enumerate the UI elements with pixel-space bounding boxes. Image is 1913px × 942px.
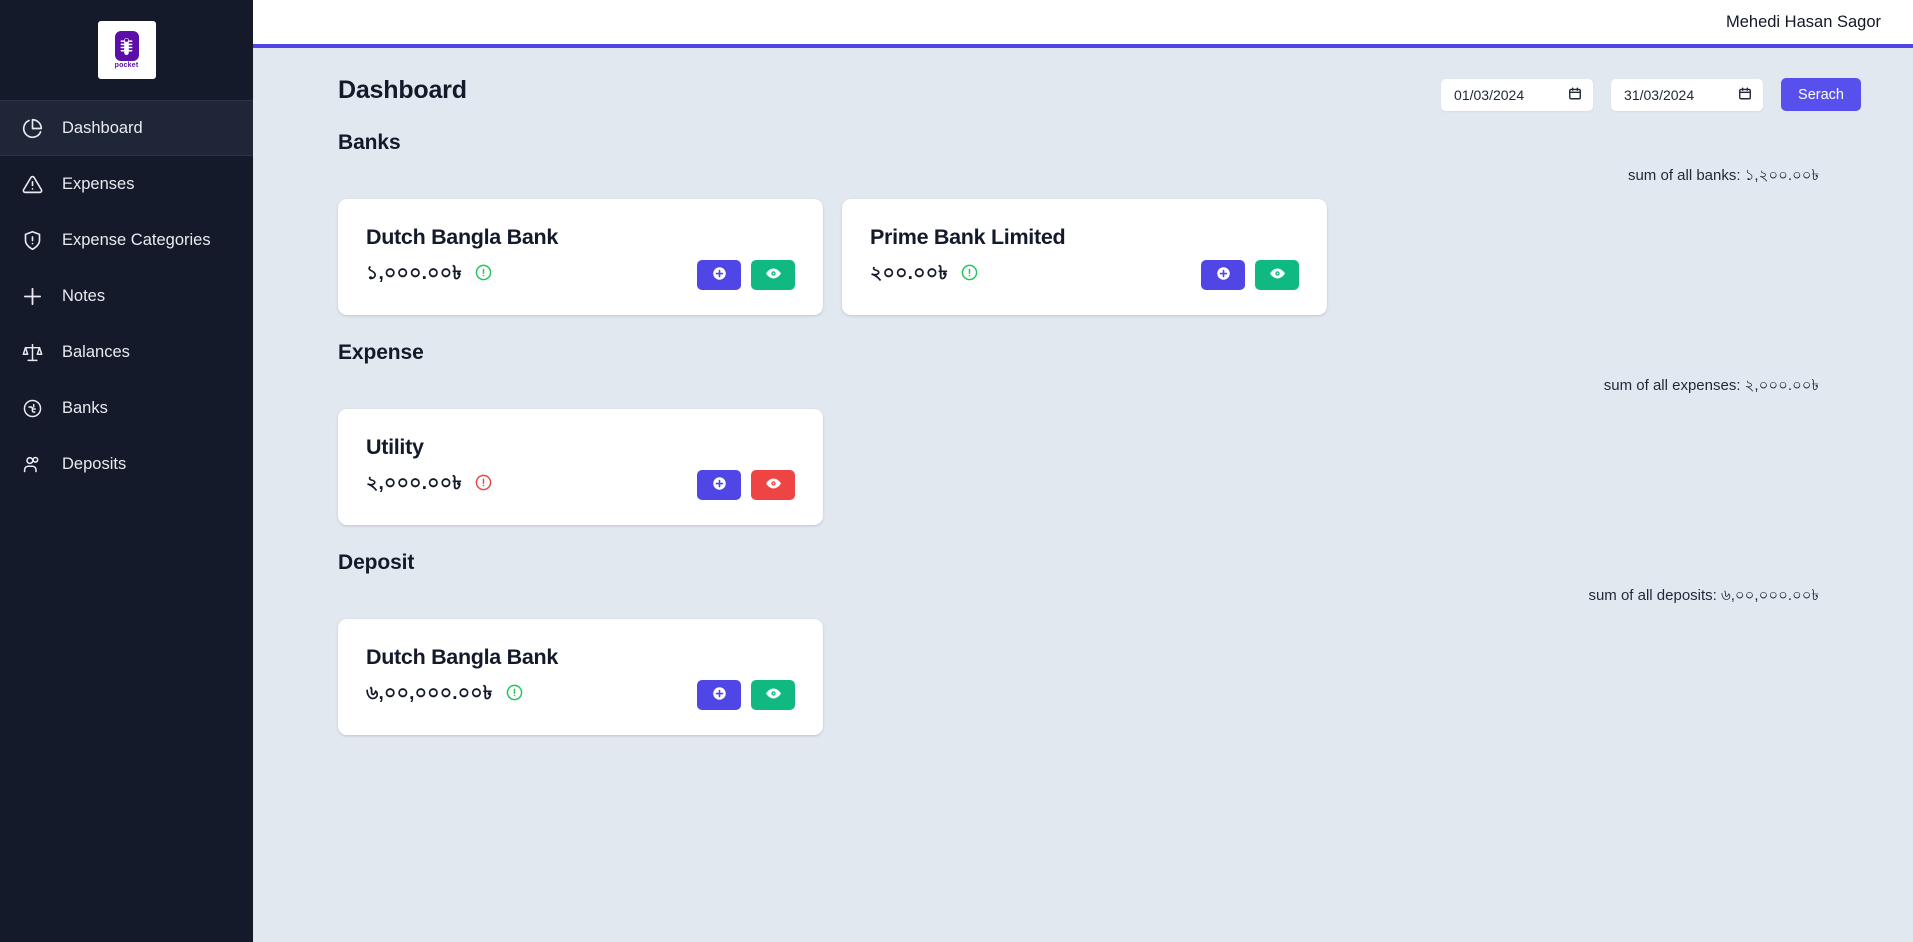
sidebar-item-label: Deposits	[62, 454, 127, 473]
eye-icon	[765, 475, 782, 495]
alert-triangle-icon	[20, 172, 44, 196]
section-heading-deposit: Deposit	[338, 551, 415, 574]
sidebar-item-expenses[interactable]: Expenses	[0, 156, 253, 212]
sidebar-item-label: Expenses	[62, 174, 135, 193]
view-button[interactable]	[1255, 260, 1299, 290]
plus-circle-icon	[712, 266, 727, 284]
start-date-input[interactable]: 01/03/2024	[1441, 78, 1594, 111]
view-button[interactable]	[751, 470, 795, 500]
summary-banks: sum of all banks: ১,২০০.০০৳	[1627, 167, 1819, 184]
end-date-value: 31/03/2024	[1624, 86, 1695, 103]
bank-card[interactable]: Prime Bank Limited ২০০.০০৳	[842, 199, 1327, 315]
card-amount: ২০০.০০৳	[870, 263, 948, 284]
start-date-value: 01/03/2024	[1454, 86, 1525, 103]
section-heading-banks: Banks	[338, 131, 401, 154]
topbar: Mehedi Hasan Sagor	[253, 0, 1913, 48]
summary-expenses: sum of all expenses: ২,০০০.০০৳	[1603, 377, 1819, 394]
user-name[interactable]: Mehedi Hasan Sagor	[1726, 13, 1881, 32]
expense-card[interactable]: Utility ২,০০০.০০৳	[338, 409, 823, 525]
plus-circle-icon	[712, 476, 727, 494]
sidebar-item-label: Balances	[62, 342, 130, 361]
plus-circle-icon	[712, 686, 727, 704]
sidebar-item-dashboard[interactable]: Dashboard	[0, 100, 253, 156]
end-date-input[interactable]: 31/03/2024	[1611, 78, 1764, 111]
sidebar-item-label: Dashboard	[62, 118, 143, 137]
app-root: pocket Dashboard Expenses Expense Catego…	[0, 0, 1913, 942]
card-title: Dutch Bangla Bank	[366, 645, 559, 669]
card-title: Dutch Bangla Bank	[366, 225, 559, 249]
add-button[interactable]	[697, 680, 741, 710]
card-amount: ২,০০০.০০৳	[366, 473, 462, 494]
pie-chart-icon	[20, 116, 44, 140]
plus-circle-icon	[1216, 266, 1231, 284]
pocket-logo-mark-icon	[114, 31, 139, 61]
sidebar-item-label: Expense Categories	[62, 230, 211, 249]
sidebar-item-balances[interactable]: Balances	[0, 324, 253, 380]
alert-circle-icon	[475, 264, 492, 286]
sidebar-item-deposits[interactable]: Deposits	[0, 436, 253, 492]
taka-circle-icon	[20, 396, 44, 420]
search-button[interactable]: Serach	[1781, 78, 1861, 111]
add-button[interactable]	[697, 470, 741, 500]
sidebar-item-label: Banks	[62, 398, 108, 417]
add-button[interactable]	[697, 260, 741, 290]
scales-icon	[20, 340, 44, 364]
shield-alert-icon	[20, 228, 44, 252]
card-title: Prime Bank Limited	[870, 225, 1066, 249]
app-logo[interactable]: pocket	[0, 0, 253, 100]
sidebar-item-label: Notes	[62, 286, 106, 305]
date-range-filter: 01/03/2024 31/03/2024 Serach	[1441, 78, 1861, 111]
eye-icon	[765, 265, 782, 285]
cards-row-deposit: Dutch Bangla Bank ৬,০০,০০০.০০৳	[338, 619, 1873, 735]
sidebar-nav: Dashboard Expenses Expense Categories No…	[0, 100, 253, 492]
alert-circle-icon	[506, 684, 523, 706]
view-button[interactable]	[751, 680, 795, 710]
card-title: Utility	[366, 435, 424, 459]
calendar-icon[interactable]	[1738, 86, 1752, 104]
users-icon	[20, 452, 44, 476]
alert-circle-icon	[475, 474, 492, 496]
sidebar-item-expense-categories[interactable]: Expense Categories	[0, 212, 253, 268]
alert-circle-icon	[961, 264, 978, 286]
bank-card[interactable]: Dutch Bangla Bank ১,০০০.০০৳	[338, 199, 823, 315]
section-heading-expense: Expense	[338, 341, 424, 364]
sidebar-item-banks[interactable]: Banks	[0, 380, 253, 436]
calendar-icon[interactable]	[1568, 86, 1582, 104]
add-button[interactable]	[1201, 260, 1245, 290]
dashboard-content: Dashboard 01/03/2024 31/03/2024 Serach B…	[253, 48, 1913, 942]
deposit-card[interactable]: Dutch Bangla Bank ৬,০০,০০০.০০৳	[338, 619, 823, 735]
plus-icon	[20, 284, 44, 308]
card-amount: ৬,০০,০০০.০০৳	[366, 683, 493, 704]
cards-row-banks: Dutch Bangla Bank ১,০০০.০০৳ Prime Bank L…	[338, 199, 1873, 315]
sidebar-item-notes[interactable]: Notes	[0, 268, 253, 324]
logo-text: pocket	[114, 62, 139, 69]
summary-deposits: sum of all deposits: ৬,০০,০০০.০০৳	[1588, 587, 1819, 604]
card-amount: ১,০০০.০০৳	[366, 263, 462, 284]
cards-row-expense: Utility ২,০০০.০০৳	[338, 409, 1873, 525]
view-button[interactable]	[751, 260, 795, 290]
eye-icon	[765, 685, 782, 705]
sidebar: pocket Dashboard Expenses Expense Catego…	[0, 0, 253, 942]
eye-icon	[1269, 265, 1286, 285]
main-area: Mehedi Hasan Sagor Dashboard 01/03/2024	[253, 0, 1913, 942]
